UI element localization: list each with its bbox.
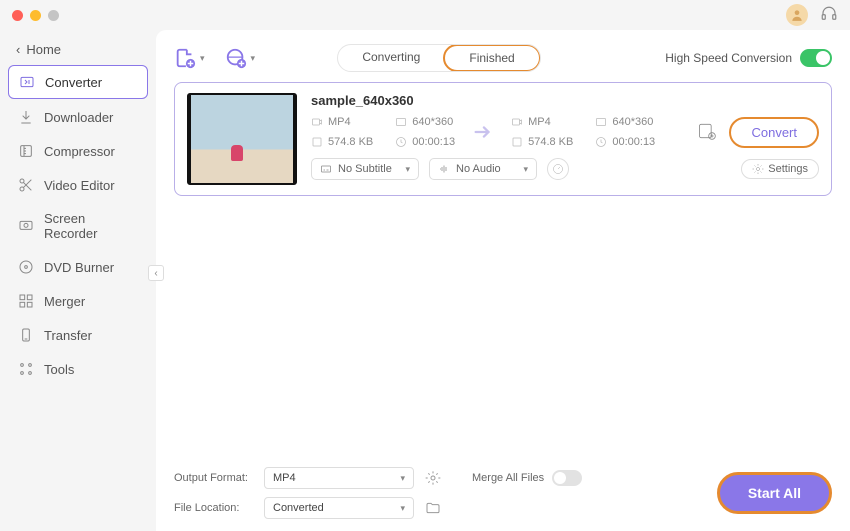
sidebar-item-transfer[interactable]: Transfer	[8, 319, 148, 351]
gear-icon	[752, 163, 764, 175]
add-url-icon	[225, 47, 247, 69]
chevron-down-icon: ▾	[523, 164, 528, 175]
sidebar-item-merger[interactable]: Merger	[8, 285, 148, 317]
format-settings-button[interactable]	[424, 469, 442, 487]
status-tabs: Converting Finished	[337, 44, 540, 72]
sidebar-item-label: Downloader	[44, 110, 113, 125]
home-link[interactable]: ‹ Home	[8, 36, 148, 63]
subtitle-select[interactable]: No Subtitle ▾	[311, 158, 419, 180]
sidebar-item-converter[interactable]: Converter	[8, 65, 148, 99]
target-meta: MP4 640*360 574.8 KB 00:00:13	[511, 116, 655, 148]
video-icon	[511, 116, 523, 128]
headset-icon	[820, 5, 838, 23]
chevron-left-icon: ‹	[16, 42, 20, 57]
convert-button[interactable]: Convert	[729, 117, 819, 148]
file-location-label: File Location:	[174, 502, 254, 514]
sidebar-item-label: DVD Burner	[44, 260, 114, 275]
file-name: sample_640x360	[311, 93, 819, 108]
tools-icon	[18, 361, 34, 377]
merger-icon	[18, 293, 34, 309]
support-button[interactable]	[820, 5, 838, 26]
settings-button[interactable]: Settings	[741, 159, 819, 179]
resolution-icon	[395, 116, 407, 128]
resolution-icon	[595, 116, 607, 128]
arrow-right-icon	[469, 121, 497, 143]
sidebar-item-video-editor[interactable]: Video Editor	[8, 169, 148, 201]
chevron-down-icon: ▾	[400, 503, 405, 514]
gear-icon	[425, 470, 441, 486]
add-file-icon	[174, 47, 196, 69]
sidebar-item-label: Tools	[44, 362, 74, 377]
sidebar-item-label: Compressor	[44, 144, 115, 159]
start-all-button[interactable]: Start All	[717, 472, 832, 514]
subtitle-icon	[320, 163, 332, 175]
file-card: sample_640x360 MP4 640*360 574.8 KB 00:0…	[174, 82, 832, 196]
sidebar-item-screen-recorder[interactable]: Screen Recorder	[8, 203, 148, 249]
audio-select[interactable]: No Audio ▾	[429, 158, 537, 180]
sidebar-item-label: Screen Recorder	[44, 211, 138, 241]
sidebar-item-tools[interactable]: Tools	[8, 353, 148, 385]
sidebar-item-label: Converter	[45, 75, 102, 90]
scissors-icon	[18, 177, 34, 193]
output-format-select[interactable]: MP4 ▾	[264, 467, 414, 489]
collapse-sidebar-button[interactable]: ‹	[148, 265, 164, 281]
transfer-icon	[18, 327, 34, 343]
audio-icon	[438, 163, 450, 175]
size-icon	[311, 136, 323, 148]
clock-icon	[595, 136, 607, 148]
close-window[interactable]	[12, 10, 23, 21]
maximize-window[interactable]	[48, 10, 59, 21]
minimize-window[interactable]	[30, 10, 41, 21]
chevron-down-icon: ▾	[405, 164, 410, 175]
video-icon	[311, 116, 323, 128]
recorder-icon	[18, 218, 34, 234]
folder-icon	[425, 500, 441, 516]
compressor-icon	[18, 143, 34, 159]
output-format-label: Output Format:	[174, 472, 254, 484]
high-speed-toggle[interactable]	[800, 49, 832, 67]
sidebar-item-label: Video Editor	[44, 178, 115, 193]
download-icon	[18, 109, 34, 125]
high-speed-label: High Speed Conversion	[665, 51, 792, 65]
home-label: Home	[26, 42, 61, 57]
window-controls[interactable]	[12, 10, 59, 21]
size-icon	[511, 136, 523, 148]
merge-label: Merge All Files	[472, 472, 544, 484]
sidebar-item-label: Transfer	[44, 328, 92, 343]
tab-converting[interactable]: Converting	[338, 45, 444, 71]
source-meta: MP4 640*360 574.8 KB 00:00:13	[311, 116, 455, 148]
info-button[interactable]	[547, 158, 569, 180]
chevron-down-icon: ▾	[251, 53, 256, 64]
sidebar-item-compressor[interactable]: Compressor	[8, 135, 148, 167]
tab-finished[interactable]: Finished	[443, 44, 540, 72]
chevron-left-icon: ‹	[154, 268, 157, 279]
clock-icon	[395, 136, 407, 148]
converter-icon	[19, 74, 35, 90]
merge-toggle[interactable]	[552, 470, 582, 486]
file-location-select[interactable]: Converted ▾	[264, 497, 414, 519]
task-settings-button[interactable]	[697, 121, 717, 144]
sidebar-item-dvd-burner[interactable]: DVD Burner	[8, 251, 148, 283]
speed-icon	[552, 163, 564, 175]
open-folder-button[interactable]	[424, 499, 442, 517]
user-icon	[790, 8, 804, 22]
add-file-button[interactable]: ▾	[174, 47, 205, 69]
sidebar-item-label: Merger	[44, 294, 85, 309]
chevron-down-icon: ▾	[200, 53, 205, 64]
chevron-down-icon: ▾	[400, 473, 405, 484]
disc-icon	[18, 259, 34, 275]
add-url-button[interactable]: ▾	[225, 47, 256, 69]
sidebar-item-downloader[interactable]: Downloader	[8, 101, 148, 133]
video-thumbnail[interactable]	[187, 93, 297, 185]
user-avatar[interactable]	[786, 4, 808, 26]
